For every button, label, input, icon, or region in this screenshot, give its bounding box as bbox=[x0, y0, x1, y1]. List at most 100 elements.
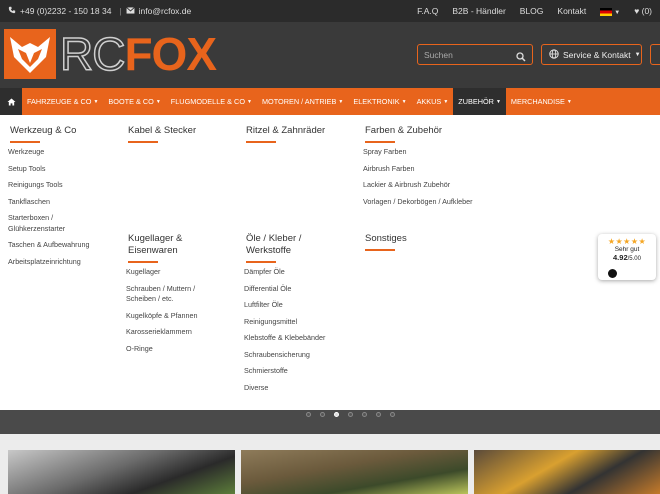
menu-link[interactable]: Diverse bbox=[244, 383, 354, 394]
nav-item-motoren[interactable]: MOTOREN / ANTRIEB ▼ bbox=[257, 88, 348, 115]
home-icon bbox=[7, 93, 16, 111]
menu-link[interactable]: Kugellager bbox=[126, 267, 221, 278]
search-box bbox=[417, 44, 533, 65]
chevron-down-icon: ▼ bbox=[401, 98, 407, 105]
menu-link[interactable]: Dämpfer Öle bbox=[244, 267, 354, 278]
chevron-down-icon: ▼ bbox=[443, 98, 449, 105]
slider-dot[interactable] bbox=[306, 412, 311, 417]
cart-button[interactable] bbox=[650, 44, 660, 65]
logo-rc: RC bbox=[59, 27, 126, 81]
language-selector[interactable]: ▼ bbox=[600, 6, 620, 16]
blog-link[interactable]: BLOG bbox=[520, 6, 544, 16]
chevron-down-icon: ▼ bbox=[338, 98, 344, 105]
menu-link[interactable]: Schraubensicherung bbox=[244, 350, 354, 361]
werkzeug-links: Werkzeuge Setup Tools Reinigungs Tools T… bbox=[8, 147, 108, 273]
menu-link[interactable]: Kugelköpfe & Pfannen bbox=[126, 311, 221, 322]
rating-value: 4.92/5.00 bbox=[613, 253, 641, 262]
menu-link[interactable]: Schrauben / Muttern / Scheiben / etc. bbox=[126, 284, 221, 305]
rating-label: Sehr gut bbox=[614, 246, 640, 253]
fox-logo-icon[interactable] bbox=[4, 29, 56, 79]
phone-number[interactable]: +49 (0)2232 - 150 18 34 bbox=[20, 6, 111, 16]
menu-link[interactable]: Vorlagen / Dekorbögen / Aufkleber bbox=[363, 197, 473, 208]
search-input[interactable] bbox=[424, 48, 514, 61]
slider-dot[interactable] bbox=[320, 412, 325, 417]
nav-item-elektronik[interactable]: ELEKTRONIK ▼ bbox=[348, 88, 411, 115]
mega-menu: Werkzeug & Co Werkzeuge Setup Tools Rein… bbox=[0, 115, 660, 410]
trust-seal-icon bbox=[608, 269, 617, 278]
menu-link[interactable]: O-Ringe bbox=[126, 344, 221, 355]
slider-dots bbox=[306, 412, 404, 417]
chevron-down-icon: ▼ bbox=[93, 98, 99, 105]
category-title-oele[interactable]: Öle / Kleber / Werkstoffe bbox=[246, 233, 336, 263]
logo-wordmark[interactable]: RCFOX bbox=[59, 27, 217, 81]
slider-dot[interactable] bbox=[390, 412, 395, 417]
menu-link[interactable]: Reinigungs Tools bbox=[8, 180, 108, 191]
heart-icon: ♥ bbox=[634, 6, 640, 16]
menu-link[interactable]: Setup Tools bbox=[8, 164, 108, 175]
wishlist-link[interactable]: ♥ (0) bbox=[634, 6, 652, 16]
category-title-werkzeug[interactable]: Werkzeug & Co bbox=[10, 125, 76, 143]
menu-link[interactable]: Werkzeuge bbox=[8, 147, 108, 158]
menu-link[interactable]: Lackier & Airbrush Zubehör bbox=[363, 180, 473, 191]
b2b-link[interactable]: B2B - Händler bbox=[452, 6, 505, 16]
slider-dot-active[interactable] bbox=[334, 412, 339, 417]
slider-dot[interactable] bbox=[362, 412, 367, 417]
email-link[interactable]: info@rcfox.de bbox=[139, 6, 192, 16]
menu-link[interactable]: Differential Öle bbox=[244, 284, 354, 295]
menu-link[interactable]: Klebstoffe & Klebebänder bbox=[244, 333, 354, 344]
menu-link[interactable]: Tankflaschen bbox=[8, 197, 108, 208]
logo-fox: FOX bbox=[124, 28, 217, 80]
service-contact-button[interactable]: Service & Kontakt ▼ bbox=[541, 44, 642, 65]
menu-link[interactable]: Taschen & Aufbewahrung bbox=[8, 240, 108, 251]
slider-dot[interactable] bbox=[376, 412, 381, 417]
menu-link[interactable]: Karosserieklammern bbox=[126, 327, 221, 338]
rating-stars-icon: ★★★★★ bbox=[607, 237, 647, 246]
kugellager-links: Kugellager Schrauben / Muttern / Scheibe… bbox=[126, 267, 221, 360]
oele-links: Dämpfer Öle Differential Öle Luftfilter … bbox=[244, 267, 354, 399]
review-badge[interactable]: ★★★★★ Sehr gut 4.92/5.00 bbox=[598, 234, 656, 280]
chevron-down-icon: ▼ bbox=[155, 98, 161, 105]
category-title-kugellager[interactable]: Kugellager & Eisenwaren bbox=[128, 233, 218, 263]
globe-icon bbox=[549, 48, 559, 61]
teaser-image-charger[interactable] bbox=[474, 450, 660, 494]
divider: | bbox=[119, 6, 122, 16]
nav-item-boote[interactable]: BOOTE & CO ▼ bbox=[103, 88, 165, 115]
nav-item-zubehoer[interactable]: ZUBEHÖR ▼ bbox=[453, 88, 506, 115]
contact-info: +49 (0)2232 - 150 18 34 | info@rcfox.de bbox=[8, 6, 195, 16]
nav-item-flugmodelle[interactable]: FLUGMODELLE & CO ▼ bbox=[166, 88, 257, 115]
menu-link[interactable]: Starterboxen / Glühkerzenstarter bbox=[8, 213, 108, 234]
home-button[interactable] bbox=[0, 88, 22, 115]
category-title-ritzel[interactable]: Ritzel & Zahnräder bbox=[246, 125, 325, 143]
nav-item-akkus[interactable]: AKKUS ▼ bbox=[412, 88, 454, 115]
farben-links: Spray Farben Airbrush Farben Lackier & A… bbox=[363, 147, 473, 213]
menu-link[interactable]: Spray Farben bbox=[363, 147, 473, 158]
faq-link[interactable]: F.A.Q bbox=[417, 6, 438, 16]
germany-flag-icon bbox=[600, 7, 613, 16]
chevron-down-icon: ▼ bbox=[614, 10, 621, 16]
header: RCFOX Service & Kontakt ▼ bbox=[0, 22, 660, 88]
main-nav: FAHRZEUGE & CO ▼ BOOTE & CO ▼ FLUGMODELLE … bbox=[0, 88, 660, 115]
menu-link[interactable]: Schmierstoffe bbox=[244, 366, 354, 377]
chevron-down-icon: ▼ bbox=[634, 51, 641, 58]
wishlist-count: (0) bbox=[641, 6, 652, 16]
service-label: Service & Kontakt bbox=[563, 49, 631, 60]
nav-item-fahrzeuge[interactable]: FAHRZEUGE & CO ▼ bbox=[22, 88, 103, 115]
chevron-down-icon: ▼ bbox=[495, 98, 501, 105]
kontakt-link[interactable]: Kontakt bbox=[557, 6, 586, 16]
chevron-down-icon: ▼ bbox=[566, 98, 572, 105]
top-bar: +49 (0)2232 - 150 18 34 | info@rcfox.de … bbox=[0, 0, 660, 22]
menu-link[interactable]: Luftfilter Öle bbox=[244, 300, 354, 311]
chevron-down-icon: ▼ bbox=[247, 98, 252, 105]
teaser-image-rc-car[interactable] bbox=[8, 450, 235, 494]
search-icon[interactable] bbox=[516, 49, 526, 67]
menu-link[interactable]: Arbeitsplatzeinrichtung bbox=[8, 257, 108, 268]
slider-dot[interactable] bbox=[348, 412, 353, 417]
nav-item-merchandise[interactable]: MERCHANDISE ▼ bbox=[506, 88, 577, 115]
category-title-sonstiges[interactable]: Sonstiges bbox=[365, 233, 407, 251]
menu-link[interactable]: Airbrush Farben bbox=[363, 164, 473, 175]
phone-icon bbox=[8, 6, 16, 16]
menu-link[interactable]: Reinigungsmittel bbox=[244, 317, 354, 328]
category-title-kabel[interactable]: Kabel & Stecker bbox=[128, 125, 196, 143]
category-title-farben[interactable]: Farben & Zubehör bbox=[365, 125, 442, 143]
teaser-image-buggy-race[interactable] bbox=[241, 450, 468, 494]
